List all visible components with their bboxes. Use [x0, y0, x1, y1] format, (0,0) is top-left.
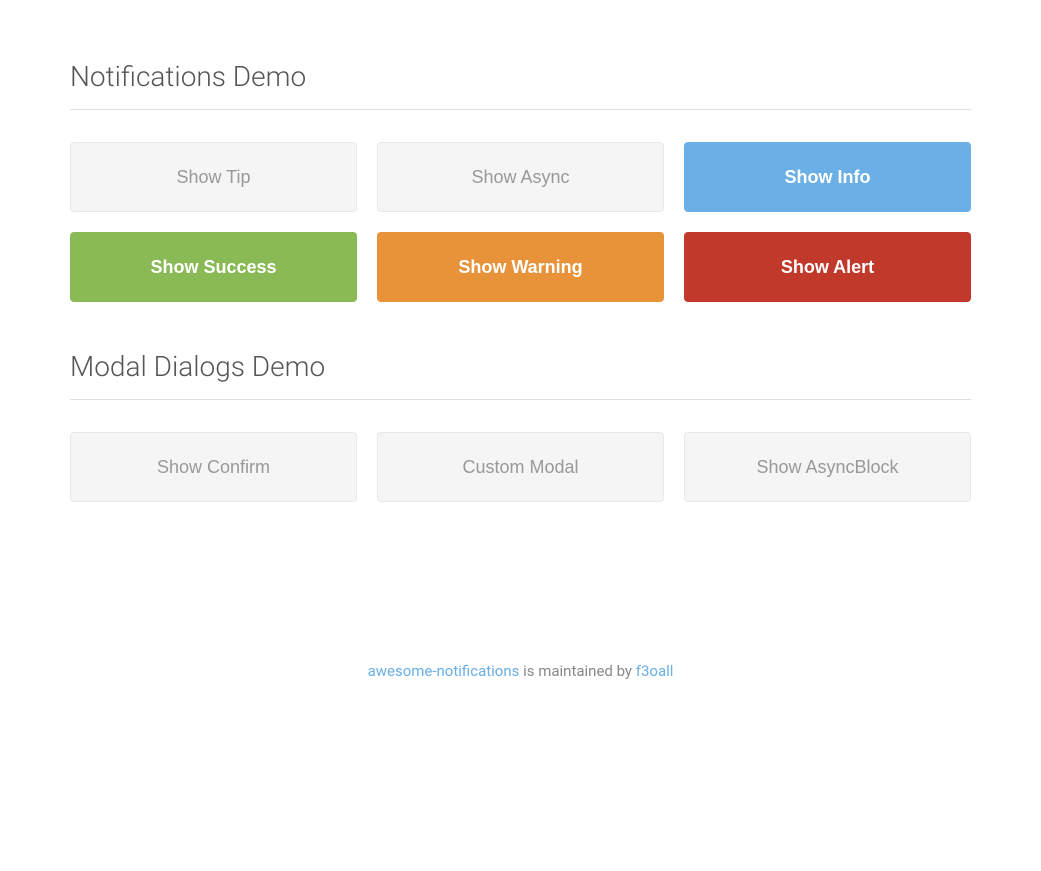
show-confirm-button[interactable]: Show Confirm — [70, 432, 357, 502]
show-success-button[interactable]: Show Success — [70, 232, 357, 302]
notifications-title: Notifications Demo — [70, 60, 971, 93]
show-async-button[interactable]: Show Async — [377, 142, 664, 212]
footer-text: is maintained by — [519, 662, 635, 680]
dialogs-divider — [70, 399, 971, 400]
notifications-button-grid: Show Tip Show Async Show Info Show Succe… — [70, 142, 971, 302]
show-warning-button[interactable]: Show Warning — [377, 232, 664, 302]
dialogs-section: Modal Dialogs Demo Show Confirm Custom M… — [70, 350, 971, 502]
footer: awesome-notifications is maintained by f… — [70, 662, 971, 680]
show-tip-button[interactable]: Show Tip — [70, 142, 357, 212]
show-asyncblock-button[interactable]: Show AsyncBlock — [684, 432, 971, 502]
show-info-button[interactable]: Show Info — [684, 142, 971, 212]
notifications-divider — [70, 109, 971, 110]
dialogs-button-grid: Show Confirm Custom Modal Show AsyncBloc… — [70, 432, 971, 502]
dialogs-title: Modal Dialogs Demo — [70, 350, 971, 383]
awesome-notifications-link[interactable]: awesome-notifications — [368, 662, 520, 680]
notifications-section: Notifications Demo Show Tip Show Async S… — [70, 60, 971, 302]
show-alert-button[interactable]: Show Alert — [684, 232, 971, 302]
custom-modal-button[interactable]: Custom Modal — [377, 432, 664, 502]
f3oall-link[interactable]: f3oall — [636, 662, 674, 680]
page-container: Notifications Demo Show Tip Show Async S… — [0, 0, 1041, 740]
